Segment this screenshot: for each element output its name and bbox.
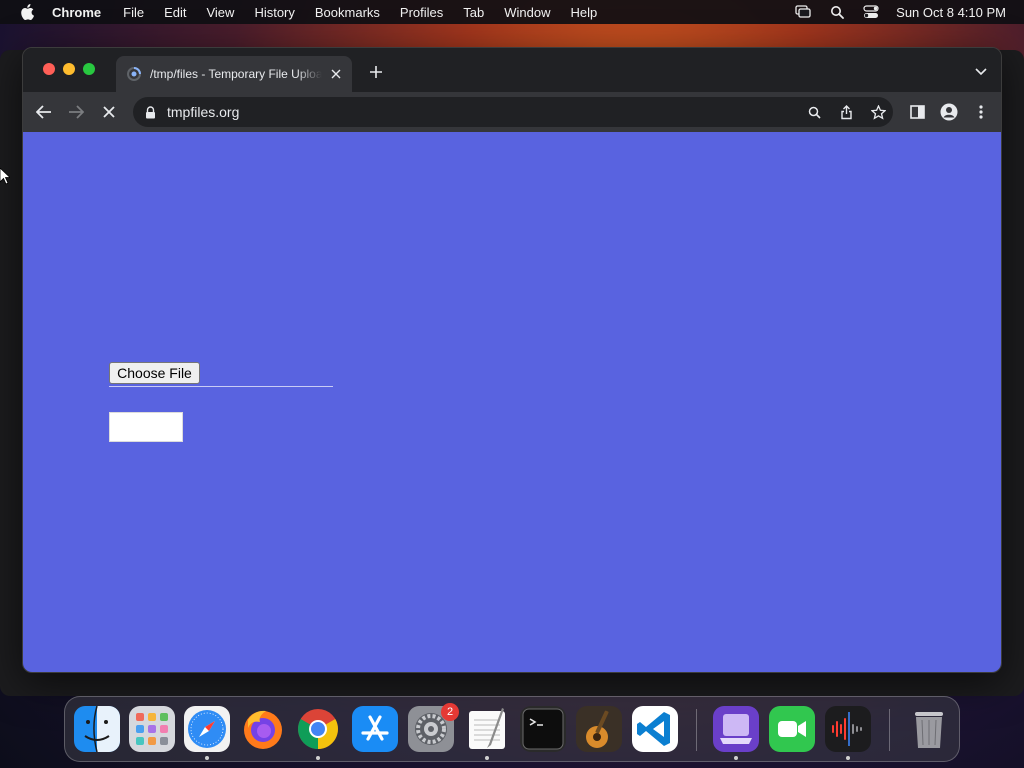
menu-history[interactable]: History xyxy=(254,5,294,20)
chrome-window: /tmp/files - Temporary File Upload tmpfi… xyxy=(22,47,1002,673)
dock-separator xyxy=(696,709,697,751)
dock-terminal-icon[interactable] xyxy=(520,706,566,752)
minimize-window-button[interactable] xyxy=(63,63,75,75)
file-input-underline xyxy=(109,386,333,387)
menu-edit[interactable]: Edit xyxy=(164,5,186,20)
dock-simulator-icon[interactable] xyxy=(713,706,759,752)
menu-bookmarks[interactable]: Bookmarks xyxy=(315,5,380,20)
page-content: Choose File xyxy=(23,132,1001,672)
dock-app-store-icon[interactable] xyxy=(352,706,398,752)
zoom-search-icon[interactable] xyxy=(806,104,822,120)
dock-finder-icon[interactable] xyxy=(74,706,120,752)
menu-view[interactable]: View xyxy=(206,5,234,20)
menu-profiles[interactable]: Profiles xyxy=(400,5,443,20)
address-bar[interactable]: tmpfiles.org xyxy=(133,97,893,127)
dock-running-indicator xyxy=(485,756,489,760)
share-icon[interactable] xyxy=(838,104,854,120)
screen-mirroring-icon[interactable] xyxy=(794,3,812,21)
dock-textedit-icon[interactable] xyxy=(464,706,510,752)
chrome-menu-icon[interactable] xyxy=(969,100,993,124)
zoom-window-button[interactable] xyxy=(83,63,95,75)
menu-window[interactable]: Window xyxy=(504,5,550,20)
browser-toolbar: tmpfiles.org xyxy=(23,92,1001,132)
new-tab-icon[interactable] xyxy=(367,63,385,81)
side-panel-icon[interactable] xyxy=(905,100,929,124)
dock-trash-icon[interactable] xyxy=(906,706,952,752)
menu-app-name[interactable]: Chrome xyxy=(52,5,101,20)
close-window-button[interactable] xyxy=(43,63,55,75)
menu-bar-clock[interactable]: Sun Oct 8 4:10 PM xyxy=(896,5,1006,20)
mouse-cursor-icon xyxy=(0,168,10,185)
lock-icon[interactable] xyxy=(143,105,157,119)
dock-facetime-icon[interactable] xyxy=(769,706,815,752)
spotlight-search-icon[interactable] xyxy=(828,3,846,21)
dock-firefox-icon[interactable] xyxy=(240,706,286,752)
profile-avatar-icon[interactable] xyxy=(937,100,961,124)
menu-tab[interactable]: Tab xyxy=(463,5,484,20)
dock-vscode-icon[interactable] xyxy=(632,706,678,752)
tab-title: /tmp/files - Temporary File Upload xyxy=(150,67,322,81)
menu-bar: Chrome File Edit View History Bookmarks … xyxy=(0,0,1024,24)
dock-running-indicator xyxy=(734,756,738,760)
url-text[interactable]: tmpfiles.org xyxy=(167,104,239,120)
dock-garageband-icon[interactable] xyxy=(576,706,622,752)
dock-launchpad-icon[interactable] xyxy=(129,706,175,752)
stop-loading-icon[interactable] xyxy=(97,100,121,124)
tab-active[interactable]: /tmp/files - Temporary File Upload xyxy=(116,56,352,92)
forward-arrow-icon[interactable] xyxy=(64,100,88,124)
dock-running-indicator xyxy=(316,756,320,760)
dock-running-indicator xyxy=(846,756,850,760)
dock-chrome-icon[interactable] xyxy=(295,706,341,752)
apple-menu-icon[interactable] xyxy=(18,3,36,21)
dock-separator xyxy=(889,709,890,751)
menu-help[interactable]: Help xyxy=(571,5,598,20)
system-settings-badge: 2 xyxy=(441,703,459,721)
menu-file[interactable]: File xyxy=(123,5,144,20)
choose-file-button[interactable]: Choose File xyxy=(109,362,200,384)
loading-spinner-icon xyxy=(126,66,142,82)
tab-search-chevron-icon[interactable] xyxy=(973,64,989,80)
close-tab-icon[interactable] xyxy=(328,66,344,82)
bookmark-star-icon[interactable] xyxy=(870,104,886,120)
dock: 2 xyxy=(64,696,960,762)
back-arrow-icon[interactable] xyxy=(32,100,56,124)
upload-submit-button[interactable] xyxy=(109,412,183,442)
dock-running-indicator xyxy=(205,756,209,760)
control-center-icon[interactable] xyxy=(862,3,880,21)
dock-voice-memos-icon[interactable] xyxy=(825,706,871,752)
tab-strip: /tmp/files - Temporary File Upload xyxy=(23,48,1001,92)
dock-safari-icon[interactable] xyxy=(184,706,230,752)
